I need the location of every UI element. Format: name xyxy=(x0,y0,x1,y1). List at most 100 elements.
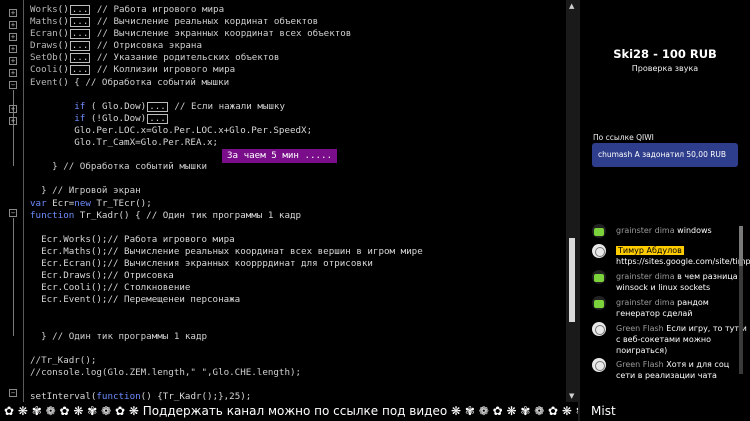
code-token: if xyxy=(74,112,86,124)
fold-guide xyxy=(13,90,14,166)
editor-scrollbar[interactable]: ▲ ▼ xyxy=(566,0,578,402)
scroll-up-icon[interactable]: ▲ xyxy=(569,2,574,10)
fold-toggle-icon[interactable]: + xyxy=(9,105,17,113)
code-line: Glo.Per.LOC.x=Glo.Per.LOC.x+Glo.Per.Spee… xyxy=(30,125,423,137)
code-token: (!Glo.Dow) xyxy=(85,112,147,124)
code-token: () xyxy=(57,40,69,52)
code-line: Ecr.Cooli();// Столкновение xyxy=(30,282,423,294)
code-line: Ecr.Works();// Работа игрового мира xyxy=(30,234,423,246)
code-token: () xyxy=(57,16,69,28)
code-line: Ecran()... // Вычисление экранных коорди… xyxy=(30,28,423,40)
collapsed-block-marker[interactable]: ... xyxy=(69,29,91,40)
code-token: Tr_TEcr(); xyxy=(90,197,152,209)
code-token: Event xyxy=(30,76,58,88)
code-line: Ecr.Event();// Перемещенеи персонажа xyxy=(30,294,423,306)
collapsed-block-marker[interactable]: ... xyxy=(69,53,91,64)
donation-title: Ski28 - 100 RUB xyxy=(613,47,717,61)
fold-toggle-icon[interactable]: − xyxy=(9,81,17,89)
code-token: ( Glo.Dow) xyxy=(85,100,147,112)
code-token: () { // Обработка событий мышки xyxy=(57,76,230,88)
footer-name: Mist xyxy=(591,404,616,418)
chat-link[interactable]: https://sites.google.com/site/timpasc... xyxy=(616,257,750,266)
code-token: Tr_Kadr() { // Один тик программы 1 кадр xyxy=(74,209,302,221)
code-token: //Tr_Kadr(); xyxy=(30,354,97,366)
code-line: if (!Glo.Dow)... xyxy=(30,113,423,125)
code-token: var xyxy=(30,197,47,209)
code-line: Maths()... // Вычисление реальных кордин… xyxy=(30,16,423,28)
code-line: Draws()... // Отрисовка экрана xyxy=(30,40,423,52)
chat-username: grainster dima xyxy=(616,298,675,307)
code-token: SetOb xyxy=(30,52,58,64)
code-token: Works xyxy=(30,4,58,15)
collapsed-block-marker[interactable]: ... xyxy=(69,41,91,52)
code-line: Glo.Tr_CamX=Glo.Per.REA.x; xyxy=(30,137,423,149)
code-token: Ecr.Ecran();// Вычисления экранных коорр… xyxy=(30,257,373,269)
chat-scrollbar[interactable] xyxy=(739,226,743,374)
code-line: } // Обработка событий мышки xyxy=(30,161,423,173)
code-token: // Отрисовка экрана xyxy=(91,40,202,52)
chat-username: grainster dima xyxy=(616,226,675,235)
qiwi-donation-card: chumash A задонатил 50,00 RUB xyxy=(592,143,738,167)
code-line: SetOb()... // Указание родительских объе… xyxy=(30,52,423,64)
collapsed-block-marker[interactable]: ... xyxy=(147,114,168,124)
code-token: // Если нажали мышку xyxy=(168,100,285,112)
scrollbar-thumb[interactable] xyxy=(569,238,575,322)
fold-toggle-icon[interactable]: − xyxy=(9,389,17,397)
code-token: Ecran xyxy=(30,28,58,40)
code-token: // Коллизии игрового мира xyxy=(91,64,236,76)
code-line: var Ecr=new Tr_TEcr(); xyxy=(30,198,423,210)
chat-username: Green Flash xyxy=(616,324,664,333)
collapsed-block-marker[interactable]: ... xyxy=(147,102,168,112)
code-token: Cooli xyxy=(30,64,58,76)
code-token: // Указание родительских объектов xyxy=(91,52,280,64)
chat-username: grainster dima xyxy=(616,272,675,281)
code-line: Ecr.Ecran();// Вычисления экранных коорр… xyxy=(30,258,423,270)
code-line: setInterval(function() {Tr_Kadr();},25); xyxy=(30,391,423,402)
code-editor[interactable]: + + + + + + − + + − − Works()... // Рабо… xyxy=(0,0,578,402)
support-ticker: ✿ ❋ ✾ ❁ ✿ ❋ ✾ ❁ ✿ ❋ Поддержать канал мож… xyxy=(0,402,580,421)
fold-toggle-icon[interactable]: + xyxy=(9,57,17,65)
code-token: // Работа игрового мира xyxy=(91,4,225,15)
code-token: new xyxy=(74,197,91,209)
code-token: //console.log(Glo.ZEM.length," ",Glo.CHE… xyxy=(30,366,302,378)
chat-list: grainster dima windows Тимур Абдулов htt… xyxy=(588,222,750,382)
code-line: //console.log(Glo.ZEM.length," ",Glo.CHE… xyxy=(30,367,423,379)
chat-username: Green Flash xyxy=(616,360,664,369)
fold-toggle-icon[interactable]: + xyxy=(9,45,17,53)
scroll-down-icon[interactable]: ▼ xyxy=(569,392,574,400)
collapsed-block-marker[interactable]: ... xyxy=(69,17,91,28)
code-token: Draws xyxy=(30,40,58,52)
code-token: function xyxy=(30,209,75,221)
chat-username: Тимур Абдулов xyxy=(616,246,684,255)
code-token: // Вычисление реальных кординат объектов xyxy=(91,16,319,28)
code-line: //Tr_Kadr(); xyxy=(30,355,423,367)
fold-toggle-icon[interactable]: − xyxy=(9,209,17,217)
fold-toggle-icon[interactable]: + xyxy=(9,69,17,77)
fold-toggle-icon[interactable]: + xyxy=(9,33,17,41)
code-content[interactable]: Works()... // Работа игрового мира Maths(… xyxy=(30,4,423,402)
fold-toggle-icon[interactable]: + xyxy=(9,21,17,29)
collapsed-block-marker[interactable]: ... xyxy=(69,65,91,76)
editor-gutter: + + + + + + − + + − − xyxy=(0,0,24,402)
code-token: Ecr.Maths();// Вычисление реальных коорд… xyxy=(30,245,423,257)
code-line: Works()... // Работа игрового мира xyxy=(30,4,423,16)
avatar xyxy=(592,224,606,238)
fold-toggle-icon[interactable]: + xyxy=(9,9,17,17)
overlay-message: За чаем 5 мин ..... xyxy=(222,149,338,163)
chat-scrollbar-thumb[interactable] xyxy=(739,226,743,266)
code-token: function xyxy=(96,391,141,402)
code-token: () xyxy=(57,4,69,15)
code-line: Event() { // Обработка событий мышки xyxy=(30,77,423,89)
code-line: if ( Glo.Dow)... // Если нажали мышку xyxy=(30,101,423,113)
fold-toggle-icon[interactable]: + xyxy=(9,117,17,125)
avatar xyxy=(592,358,606,372)
collapsed-block-marker[interactable]: ... xyxy=(69,5,91,15)
code-line: } // Один тик программы 1 кадр xyxy=(30,331,423,343)
